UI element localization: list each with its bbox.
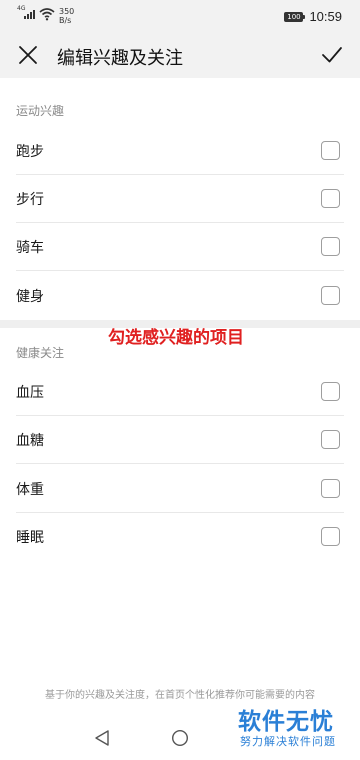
list-item-walking[interactable]: 步行 bbox=[0, 175, 360, 223]
checkbox[interactable] bbox=[321, 237, 340, 256]
item-label: 跑步 bbox=[16, 144, 44, 160]
item-label: 睡眠 bbox=[16, 530, 44, 546]
checkbox[interactable] bbox=[321, 527, 340, 546]
item-label: 体重 bbox=[16, 482, 44, 498]
checkbox[interactable] bbox=[321, 141, 340, 160]
checkbox[interactable] bbox=[321, 430, 340, 449]
list-item-cycling[interactable]: 骑车 bbox=[0, 223, 360, 271]
title-bar: 编辑兴趣及关注 bbox=[0, 32, 360, 78]
close-icon[interactable] bbox=[16, 43, 40, 67]
battery-icon: 100 bbox=[284, 11, 306, 22]
clock: 10:59 bbox=[309, 9, 342, 24]
divider bbox=[16, 270, 344, 271]
list-item-weight[interactable]: 体重 bbox=[0, 465, 360, 513]
checkbox[interactable] bbox=[321, 382, 340, 401]
divider bbox=[16, 463, 344, 464]
section-header-health: 健康关注 bbox=[16, 346, 65, 360]
annotation-text: 勾选感兴趣的项目 bbox=[108, 328, 244, 348]
list-item-fitness[interactable]: 健身 bbox=[0, 272, 360, 320]
item-label: 骑车 bbox=[16, 240, 44, 256]
section-header-sports: 运动兴趣 bbox=[16, 104, 65, 118]
home-icon[interactable] bbox=[171, 729, 189, 747]
page-title: 编辑兴趣及关注 bbox=[57, 48, 183, 69]
status-bar: 4G 350 B/s 100 10:59 bbox=[0, 0, 360, 32]
checkbox[interactable] bbox=[321, 479, 340, 498]
list-item-blood-pressure[interactable]: 血压 bbox=[0, 368, 360, 416]
list-item-sleep[interactable]: 睡眠 bbox=[0, 513, 360, 561]
wifi-icon bbox=[39, 8, 55, 21]
list-item-blood-sugar[interactable]: 血糖 bbox=[0, 416, 360, 464]
check-icon[interactable] bbox=[320, 43, 344, 67]
list-item-running[interactable]: 跑步 bbox=[0, 127, 360, 175]
checkbox[interactable] bbox=[321, 189, 340, 208]
item-label: 健身 bbox=[16, 289, 44, 305]
network-speed: 350 B/s bbox=[59, 7, 75, 25]
item-label: 血糖 bbox=[16, 433, 44, 449]
footer-note: 基于你的兴趣及关注度，在首页个性化推荐你可能需要的内容 bbox=[45, 690, 315, 701]
watermark-subtitle: 努力解决软件问题 bbox=[240, 735, 336, 748]
item-label: 步行 bbox=[16, 192, 44, 208]
item-label: 血压 bbox=[16, 385, 44, 401]
signal-icon: 4G bbox=[17, 5, 37, 21]
back-icon[interactable] bbox=[94, 729, 110, 747]
checkbox[interactable] bbox=[321, 286, 340, 305]
watermark-logo-text: 软件无忧 bbox=[238, 709, 334, 735]
